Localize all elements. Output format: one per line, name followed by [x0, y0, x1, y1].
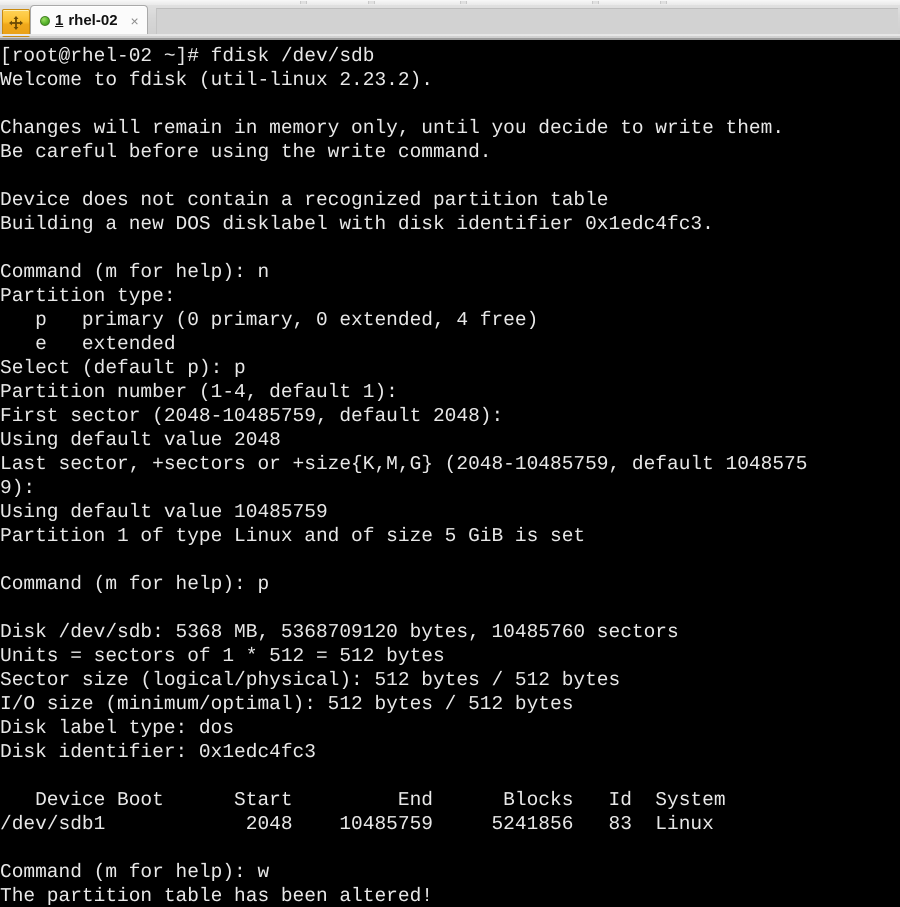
tab-index-label: 1	[55, 12, 64, 29]
chrome-seam-mark	[300, 1, 307, 4]
chrome-seam-mark	[460, 1, 467, 4]
terminal-output[interactable]: [root@rhel-02 ~]# fdisk /dev/sdb Welcome…	[0, 40, 807, 907]
terminal-window[interactable]: [root@rhel-02 ~]# fdisk /dev/sdb Welcome…	[0, 40, 900, 907]
close-icon[interactable]: ×	[131, 14, 139, 28]
move-arrows-icon[interactable]	[2, 9, 30, 37]
window-title-bar: 1 rhel-02 ×	[0, 0, 900, 40]
chrome-seam-marks	[300, 0, 800, 5]
chrome-seam-mark	[368, 1, 375, 4]
chrome-bottom-edge	[0, 34, 900, 36]
toolbar	[156, 8, 898, 36]
chrome-seam-mark	[660, 1, 667, 4]
tab-rhel-02[interactable]: 1 rhel-02 ×	[30, 5, 148, 35]
tab-title-label: rhel-02	[68, 12, 118, 29]
chrome-seam-mark	[592, 1, 599, 4]
connection-status-dot	[40, 15, 50, 26]
